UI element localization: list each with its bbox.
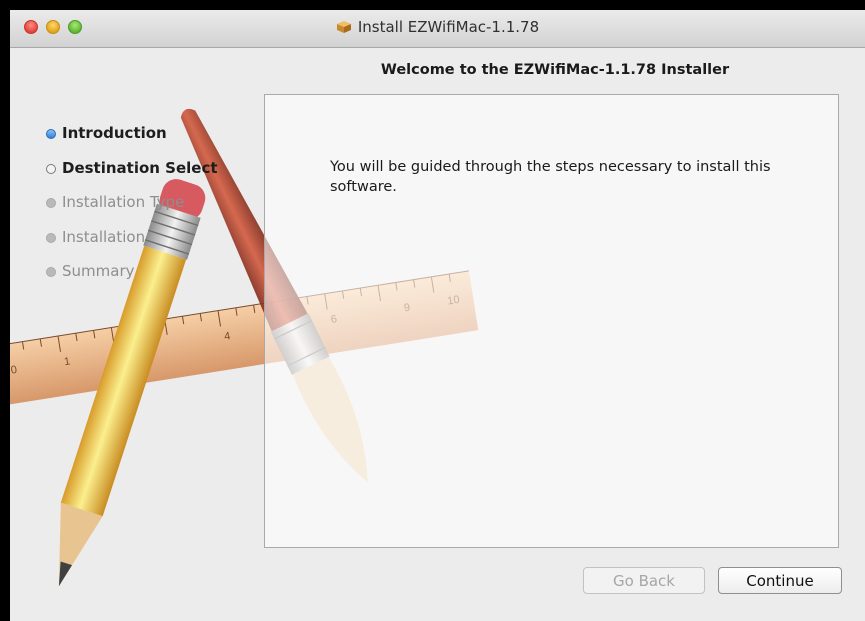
step-bullet-pending bbox=[46, 198, 56, 208]
step-destination-select: Destination Select bbox=[46, 159, 218, 194]
content-panel: You will be guided through the steps nec… bbox=[264, 94, 839, 548]
package-icon bbox=[336, 21, 351, 33]
step-installation-type: Installation Type bbox=[46, 193, 218, 228]
step-label-installation-type: Installation Type bbox=[62, 193, 185, 211]
step-installation: Installation bbox=[46, 228, 218, 263]
installer-steps: Introduction Destination Select Installa… bbox=[46, 124, 218, 297]
window-title-group: Install EZWifiMac-1.1.78 bbox=[10, 18, 865, 36]
step-bullet-pending bbox=[46, 232, 56, 243]
window-title: Install EZWifiMac-1.1.78 bbox=[357, 18, 540, 36]
step-summary: Summary bbox=[46, 262, 218, 297]
step-label-introduction: Introduction bbox=[62, 124, 167, 142]
step-bullet-done bbox=[46, 163, 56, 174]
continue-button[interactable]: Continue bbox=[718, 567, 842, 594]
step-label-summary: Summary bbox=[62, 262, 135, 280]
step-label-installation: Installation bbox=[62, 227, 146, 246]
step-introduction: Introduction bbox=[46, 124, 218, 159]
step-bullet-active bbox=[46, 129, 56, 139]
step-label-destination-select: Destination Select bbox=[62, 158, 218, 177]
step-bullet-pending bbox=[46, 267, 56, 277]
introduction-text: You will be guided through the steps nec… bbox=[330, 159, 771, 195]
title-bar[interactable]: Install EZWifiMac-1.1.78 bbox=[10, 10, 865, 48]
go-back-button[interactable]: Go Back bbox=[583, 567, 705, 594]
installer-window: Install EZWifiMac-1.1.78 Welcome to the … bbox=[10, 10, 865, 621]
